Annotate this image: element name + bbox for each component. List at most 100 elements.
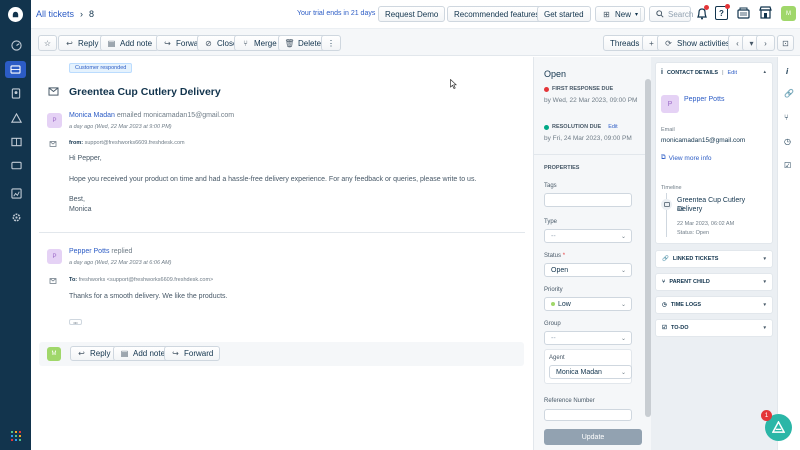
automations-icon[interactable] <box>8 110 24 126</box>
more-actions-button[interactable]: ⋮ <box>321 35 341 51</box>
star-button[interactable]: ☆ <box>38 35 57 51</box>
priority-dot-icon <box>551 302 555 306</box>
breadcrumb: All tickets › 8 <box>36 9 94 19</box>
todo-section[interactable]: ☑ TO-DO ▾ <box>655 319 773 337</box>
agent-select[interactable]: Monica Madan ⌄ <box>549 365 632 379</box>
tickets-icon[interactable] <box>5 61 26 78</box>
merge-button[interactable]: ⑂ Merge <box>234 35 284 51</box>
top-header: All tickets › 8 Your trial ends in 21 da… <box>31 0 800 29</box>
get-started-button[interactable]: Get started <box>537 6 591 22</box>
search-input[interactable]: Search <box>649 6 693 22</box>
message-action: replied <box>111 248 133 255</box>
sender-name[interactable]: Pepper Potts <box>69 248 109 255</box>
ticket-icon <box>661 199 672 210</box>
help-widget-button[interactable]: 1 <box>761 410 792 441</box>
linked-tickets-section[interactable]: 🔗 LINKED TICKETS ▾ <box>655 250 773 268</box>
ticket-number: 8 <box>89 9 95 19</box>
contacts-icon[interactable] <box>8 85 24 101</box>
email-small-icon <box>49 278 57 284</box>
contact-edit-link[interactable]: Edit <box>728 70 737 76</box>
type-select[interactable]: -- ⌄ <box>544 229 632 243</box>
tags-input[interactable] <box>544 193 632 207</box>
apps-grid-icon[interactable] <box>11 431 21 441</box>
timeline-ticket-title[interactable]: Greentea Cup Cutlery Delivery <box>677 196 772 214</box>
search-icon <box>656 10 664 19</box>
help-icon[interactable]: ? <box>715 4 730 20</box>
chevron-up-icon[interactable]: ▴ <box>763 69 766 75</box>
threads-button[interactable]: Threads <box>603 35 647 51</box>
sender-name[interactable]: Monica Madan <box>69 112 115 119</box>
plus-icon: + <box>649 38 654 48</box>
reference-number-label: Reference Number <box>544 398 595 404</box>
check-circle-icon: ⊘ <box>205 38 212 48</box>
contact-name[interactable]: Pepper Potts <box>684 96 724 103</box>
info-icon[interactable]: i <box>786 67 788 76</box>
add-note-button[interactable]: ▤ Add note <box>100 35 160 51</box>
reply-button[interactable]: ↩ Reply <box>70 346 118 361</box>
priority-select[interactable]: Low ⌄ <box>544 297 632 311</box>
type-value: -- <box>551 232 556 240</box>
delete-label: Delete <box>298 38 322 48</box>
group-select[interactable]: -- ⌄ <box>544 331 632 345</box>
chevron-down-icon: ⌄ <box>620 234 626 240</box>
chevron-down-icon: ▾ <box>763 302 766 308</box>
timeline-ticket-id: #8 <box>677 207 684 213</box>
freshdesk-logo-icon[interactable] <box>8 7 23 22</box>
email-small-icon <box>49 141 57 147</box>
group-label: Group <box>544 321 561 327</box>
time-logs-section[interactable]: ◷ TIME LOGS ▾ <box>655 296 773 314</box>
view-more-info-link[interactable]: ⧉ View more info <box>661 154 712 162</box>
timer-icon[interactable]: ◷ <box>784 137 791 146</box>
add-note-label: Add note <box>133 349 166 358</box>
info-icon: i <box>661 69 663 76</box>
reply-bar: M ↩ Reply ▤ Add note ↪ Forward <box>39 342 524 366</box>
message-header: Monica Madan emailed monicamadan15@gmail… <box>69 112 234 119</box>
widget-notification-badge: 1 <box>761 410 772 421</box>
user-avatar[interactable]: M <box>781 6 796 21</box>
message-body: Hope you received your product on time a… <box>69 176 477 183</box>
dashboard-icon[interactable] <box>8 37 24 53</box>
all-tickets-link[interactable]: All tickets <box>36 9 74 19</box>
next-ticket-button[interactable]: › <box>756 35 775 51</box>
new-dropdown-button[interactable]: ⊞ New ▾ <box>595 6 646 22</box>
notifications-bell-icon[interactable] <box>696 5 709 20</box>
timeline-status: Status: Open <box>677 230 710 236</box>
divider <box>534 154 651 155</box>
parent-child-section[interactable]: ⑂ PARENT CHILD ▾ <box>655 273 773 291</box>
link-icon[interactable]: 🔗 <box>784 89 794 98</box>
reply-label: Reply <box>90 349 111 358</box>
status-select[interactable]: Open ⌄ <box>544 263 632 277</box>
agent-value: Monica Madan <box>556 368 602 376</box>
forums-icon[interactable] <box>8 158 24 174</box>
update-button[interactable]: Update <box>544 429 642 445</box>
from-label: from: <box>69 140 84 146</box>
properties-panel: Open FIRST RESPONSE DUE by Wed, 22 Mar 2… <box>533 57 651 450</box>
email-label: Email <box>661 127 675 133</box>
marketplace-store-icon[interactable] <box>759 6 772 19</box>
avatar: P <box>47 113 62 128</box>
new-label: New <box>615 9 632 19</box>
resolution-row: RESOLUTION DUE Edit <box>544 124 618 130</box>
request-demo-button[interactable]: Request Demo <box>378 6 446 22</box>
knowledge-base-icon[interactable] <box>8 134 24 150</box>
external-link-icon: ⧉ <box>661 154 666 161</box>
chevron-right-icon: › <box>764 38 767 48</box>
toggle-sidebar-button[interactable]: ⊡ <box>777 35 794 51</box>
resolution-dot-icon <box>544 124 549 130</box>
show-quoted-text-button[interactable]: ••• <box>69 319 82 325</box>
admin-settings-icon[interactable] <box>8 209 24 225</box>
reports-icon[interactable] <box>8 185 24 201</box>
checklist-icon[interactable]: ☑ <box>784 161 791 170</box>
phone-icon[interactable] <box>737 7 750 19</box>
reference-number-input[interactable] <box>544 409 632 421</box>
recommended-features-button[interactable]: Recommended features <box>447 6 547 22</box>
resolution-edit-link[interactable]: Edit <box>608 124 617 130</box>
forward-button[interactable]: ↪ Forward <box>164 346 221 361</box>
trial-notice[interactable]: Your trial ends in 21 days <box>297 10 375 17</box>
chevron-down-icon: ⌄ <box>620 268 626 274</box>
left-navigation <box>0 0 31 450</box>
reply-button[interactable]: ↩ Reply <box>58 35 106 51</box>
hierarchy-icon[interactable]: ⑂ <box>784 113 789 122</box>
divider <box>39 232 525 233</box>
show-activities-button[interactable]: ⟳ Show activities <box>657 35 737 51</box>
